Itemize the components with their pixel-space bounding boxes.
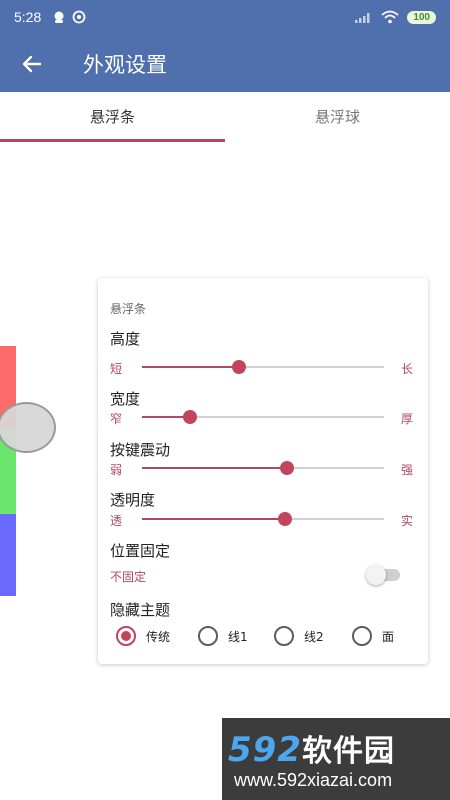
toggle-knob — [366, 565, 386, 585]
tab-floating-bar[interactable]: 悬浮条 — [0, 92, 225, 142]
position-fixed-value: 不固定 — [110, 570, 147, 584]
height-label: 高度 — [110, 330, 141, 348]
opacity-label: 透明度 — [110, 491, 156, 509]
width-min-label: 窄 — [110, 412, 123, 426]
floating-bar-preview[interactable] — [0, 346, 16, 596]
page-title: 外观设置 — [83, 53, 167, 77]
radio-circle-icon — [274, 626, 294, 646]
slider-thumb[interactable] — [277, 512, 292, 526]
battery-icon: 100 — [407, 10, 436, 24]
radio-option-face[interactable]: 面 — [352, 624, 394, 648]
sync-icon — [72, 10, 86, 24]
status-bar: 5:28 100 — [0, 0, 450, 34]
vibration-label: 按键震动 — [110, 441, 171, 459]
slider-fill — [142, 366, 239, 368]
width-label: 宽度 — [110, 390, 141, 408]
height-min-label: 短 — [110, 362, 123, 376]
hide-theme-label: 隐藏主题 — [110, 601, 171, 619]
radio-label: 面 — [382, 629, 395, 644]
radio-circle-icon — [198, 626, 218, 646]
radio-option-traditional[interactable]: 传统 — [116, 624, 170, 648]
tab-bar: 悬浮条 悬浮球 — [0, 92, 450, 142]
watermark-brand: 592软件园 — [228, 726, 395, 770]
app-bar: 外观设置 — [0, 34, 450, 92]
card-title: 悬浮条 — [110, 302, 147, 316]
height-max-label: 长 — [401, 362, 414, 376]
watermark-logo: 592软件园 www.592xiazai.com — [222, 718, 450, 800]
slider-thumb[interactable] — [280, 461, 295, 475]
vibration-max-label: 强 — [401, 463, 414, 477]
floating-ball-preview[interactable] — [0, 402, 56, 453]
notification-icon — [54, 11, 64, 23]
radio-circle-icon — [116, 626, 136, 646]
opacity-max-label: 实 — [401, 514, 414, 528]
radio-option-line1[interactable]: 线1 — [198, 624, 248, 648]
radio-label: 传统 — [146, 629, 171, 644]
slider-thumb[interactable] — [183, 410, 198, 424]
arrow-back-icon[interactable] — [18, 50, 46, 78]
vibration-slider[interactable] — [142, 460, 384, 476]
radio-label: 线1 — [228, 629, 248, 644]
opacity-slider[interactable] — [142, 511, 384, 527]
slider-fill — [142, 467, 288, 469]
signal-icon — [355, 13, 370, 23]
watermark-brand-text: 软件园 — [301, 734, 395, 769]
radio-label: 线2 — [304, 629, 324, 644]
position-fixed-toggle[interactable] — [366, 564, 400, 585]
wifi-icon — [381, 10, 399, 24]
width-max-label: 厚 — [401, 412, 414, 426]
slider-fill — [142, 518, 285, 520]
radio-circle-icon — [352, 626, 372, 646]
radio-option-line2[interactable]: 线2 — [274, 624, 324, 648]
width-slider[interactable] — [142, 409, 384, 425]
vibration-min-label: 弱 — [110, 463, 123, 477]
watermark-url: www.592xiazai.com — [234, 770, 393, 790]
height-slider[interactable] — [142, 359, 384, 375]
hide-theme-radio-group: 传统 线1 线2 面 — [116, 624, 416, 648]
status-time: 5:28 — [14, 9, 42, 25]
tab-indicator — [0, 139, 225, 142]
settings-card: 悬浮条 高度 短 长 宽度 窄 厚 按键震动 弱 强 透明度 透 实 位置固定 … — [98, 278, 428, 664]
watermark-number: 592 — [228, 730, 302, 770]
floating-bar-segment-blue — [0, 514, 16, 596]
tab-floating-ball[interactable]: 悬浮球 — [225, 92, 450, 142]
opacity-min-label: 透 — [110, 514, 123, 528]
position-fixed-label: 位置固定 — [110, 542, 171, 560]
slider-thumb[interactable] — [231, 360, 246, 374]
